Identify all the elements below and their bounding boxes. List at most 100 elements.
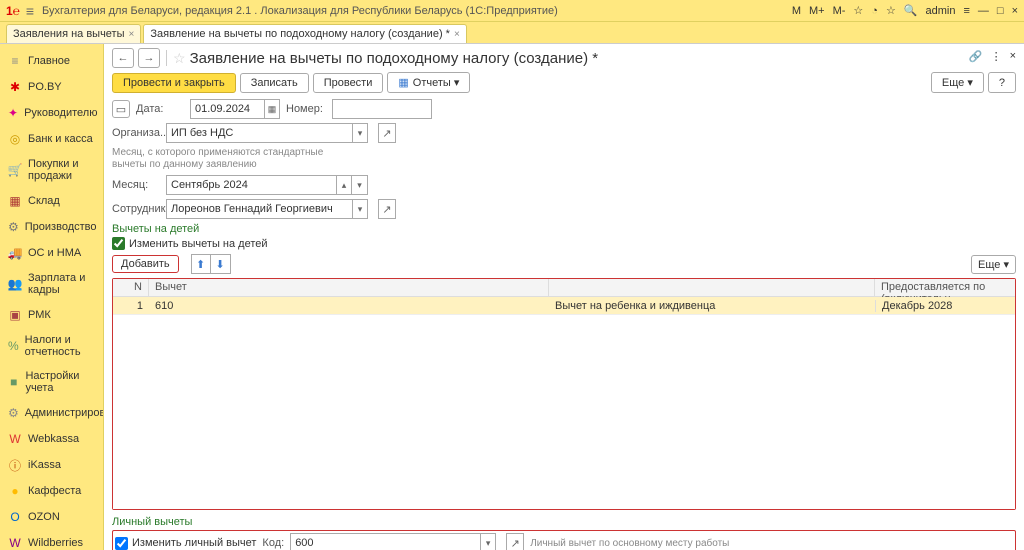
tab-list[interactable]: Заявления на вычеты × xyxy=(6,24,141,43)
sidebar-icon: W xyxy=(8,432,22,446)
open-ref-icon[interactable]: ↗ xyxy=(378,123,396,143)
app-title: Бухгалтерия для Беларуси, редакция 2.1 .… xyxy=(42,5,792,17)
sidebar-icon: ▦ xyxy=(8,194,22,208)
sidebar-label: Главное xyxy=(28,55,70,67)
sidebar-label: ОС и НМА xyxy=(28,247,81,259)
close-tab-icon[interactable]: × xyxy=(454,29,460,40)
col-deduction[interactable]: Вычет xyxy=(149,279,549,296)
write-button[interactable]: Записать xyxy=(240,73,309,93)
stepper-down-icon[interactable]: ▾ xyxy=(352,175,368,195)
sidebar-label: Wildberries xyxy=(28,537,83,549)
sidebar-icon: O xyxy=(8,510,22,524)
nav-back-button[interactable]: ← xyxy=(112,48,134,68)
sidebar-item[interactable]: 🛒Покупки и продажи xyxy=(0,152,103,188)
sidebar-icon: ■ xyxy=(8,375,19,389)
sidebar-label: Склад xyxy=(28,195,60,207)
personal-deduction-row: Изменить личный вычет Код: 600▾ ↗ Личный… xyxy=(112,530,1016,550)
sidebar-item[interactable]: %Налоги и отчетность xyxy=(0,328,103,364)
tab-label: Заявления на вычеты xyxy=(13,28,125,40)
title-bar: 1℮ ≡ Бухгалтерия для Беларуси, редакция … xyxy=(0,0,1024,22)
post-and-close-button[interactable]: Провести и закрыть xyxy=(112,73,236,93)
chevron-down-icon[interactable]: ▾ xyxy=(352,123,368,143)
personal-checkbox[interactable]: Изменить личный вычет xyxy=(115,537,256,550)
sidebar-item[interactable]: ▣РМК xyxy=(0,302,103,328)
org-field[interactable]: ИП без НДС ▾ xyxy=(166,123,368,143)
sidebar-label: Покупки и продажи xyxy=(28,158,95,182)
sidebar-item[interactable]: WWildberries xyxy=(0,530,103,550)
chevron-down-icon[interactable]: ▾ xyxy=(352,199,368,219)
sidebar-item[interactable]: ●Каффеста xyxy=(0,478,103,504)
personal-section-title: Личный вычеты xyxy=(112,516,1016,528)
sidebar-item[interactable]: ⚙Производство xyxy=(0,214,103,240)
close-form-icon[interactable]: × xyxy=(1010,50,1016,63)
favorite-icon[interactable]: ☆ xyxy=(173,50,186,67)
sidebar-icon: ◎ xyxy=(8,132,22,146)
month-field[interactable]: Сентябрь 2024 ▴ ▾ xyxy=(166,175,368,195)
sidebar-label: OZON xyxy=(28,511,60,523)
sidebar-label: Производство xyxy=(25,221,97,233)
link-icon[interactable]: 🔗 xyxy=(969,50,983,63)
open-ref-icon[interactable]: ↗ xyxy=(506,533,524,550)
col-until[interactable]: Предоставляется по (включительн... xyxy=(875,279,1015,296)
post-button[interactable]: Провести xyxy=(313,73,384,93)
bell-icon[interactable]: ☆ xyxy=(853,4,863,17)
sidebar-icon: ▣ xyxy=(8,308,22,322)
employee-field[interactable]: Лореонов Геннадий Георгиевич ▾ xyxy=(166,199,368,219)
nav-forward-button[interactable]: → xyxy=(138,48,160,68)
title-bar-right: M M+ M- ☆ ◔ ☆ 🔍 admin ≡ — □ × xyxy=(792,4,1018,17)
sidebar-item[interactable]: 👥 Зарплата и кадры xyxy=(0,266,103,302)
sidebar-item[interactable]: 🚚 ОС и НМА xyxy=(0,240,103,266)
sidebar-item[interactable]: ✱PO.BY xyxy=(0,74,103,100)
move-up-icon[interactable]: ⬆ xyxy=(191,254,211,274)
tab-document[interactable]: Заявление на вычеты по подоходному налог… xyxy=(143,24,466,43)
minimize-icon[interactable]: — xyxy=(978,5,989,17)
search-icon[interactable]: 🔍 xyxy=(904,4,918,17)
sidebar-icon: 👥 xyxy=(8,277,22,291)
personal-code-field[interactable]: 600▾ xyxy=(290,533,496,550)
col-desc[interactable] xyxy=(549,279,875,296)
calendar-icon[interactable]: ▦ xyxy=(264,99,280,119)
mem-mminus[interactable]: M- xyxy=(833,5,846,17)
add-button[interactable]: Добавить xyxy=(112,255,179,273)
date-field[interactable]: 01.09.2024 ▦ xyxy=(190,99,280,119)
settings-icon[interactable]: ≡ xyxy=(963,5,969,17)
mem-mplus[interactable]: M+ xyxy=(809,5,825,17)
close-tab-icon[interactable]: × xyxy=(129,29,135,40)
sidebar-item[interactable]: ≡Главное xyxy=(0,48,103,74)
sidebar-label: Зарплата и кадры xyxy=(28,272,95,296)
sidebar-item[interactable]: ■Настройки учета xyxy=(0,364,103,400)
marked-icon[interactable]: ▭ xyxy=(112,100,130,118)
table-row[interactable]: 1 610 Вычет на ребенка и иждивенца Декаб… xyxy=(113,297,1015,315)
table-more-button[interactable]: Еще ▾ xyxy=(971,255,1016,274)
document-tabs: Заявления на вычеты × Заявление на вычет… xyxy=(0,22,1024,44)
sidebar-icon: ⚙ xyxy=(8,406,19,420)
sidebar-icon: 🚚 xyxy=(8,246,22,260)
sidebar-item[interactable]: O OZON xyxy=(0,504,103,530)
sidebar-label: Администрирование xyxy=(25,407,104,419)
col-n[interactable]: N xyxy=(113,279,149,296)
children-checkbox[interactable]: Изменить вычеты на детей xyxy=(112,237,1016,250)
reports-button[interactable]: ▦Отчеты ▾ xyxy=(387,72,470,93)
open-ref-icon[interactable]: ↗ xyxy=(378,199,396,219)
sidebar-item[interactable]: ✦Руководителю xyxy=(0,100,103,126)
options-icon[interactable]: ⋮ xyxy=(991,50,1002,63)
history-icon[interactable]: ◔ xyxy=(871,5,878,17)
sidebar-item[interactable]: ▦ Склад xyxy=(0,188,103,214)
sidebar-item[interactable]: ⚙ Администрирование xyxy=(0,400,103,426)
main-menu-icon[interactable]: ≡ xyxy=(26,3,34,19)
sidebar-item[interactable]: WWebkassa xyxy=(0,426,103,452)
org-label: Организа... xyxy=(112,127,160,139)
mem-m[interactable]: M xyxy=(792,5,801,17)
sidebar-icon: % xyxy=(8,339,19,353)
move-down-icon[interactable]: ⬇ xyxy=(211,254,231,274)
number-field[interactable] xyxy=(332,99,432,119)
sidebar-item[interactable]: ◎Банк и касса xyxy=(0,126,103,152)
stepper-up-icon[interactable]: ▴ xyxy=(336,175,352,195)
user-label[interactable]: admin xyxy=(926,5,956,17)
more-button[interactable]: Еще ▾ xyxy=(931,72,984,93)
maximize-icon[interactable]: □ xyxy=(997,5,1004,17)
close-window-icon[interactable]: × xyxy=(1012,5,1018,17)
sidebar-item[interactable]: ⓘiKassa xyxy=(0,452,103,478)
help-button[interactable]: ? xyxy=(988,72,1016,93)
star-icon[interactable]: ☆ xyxy=(886,4,896,17)
